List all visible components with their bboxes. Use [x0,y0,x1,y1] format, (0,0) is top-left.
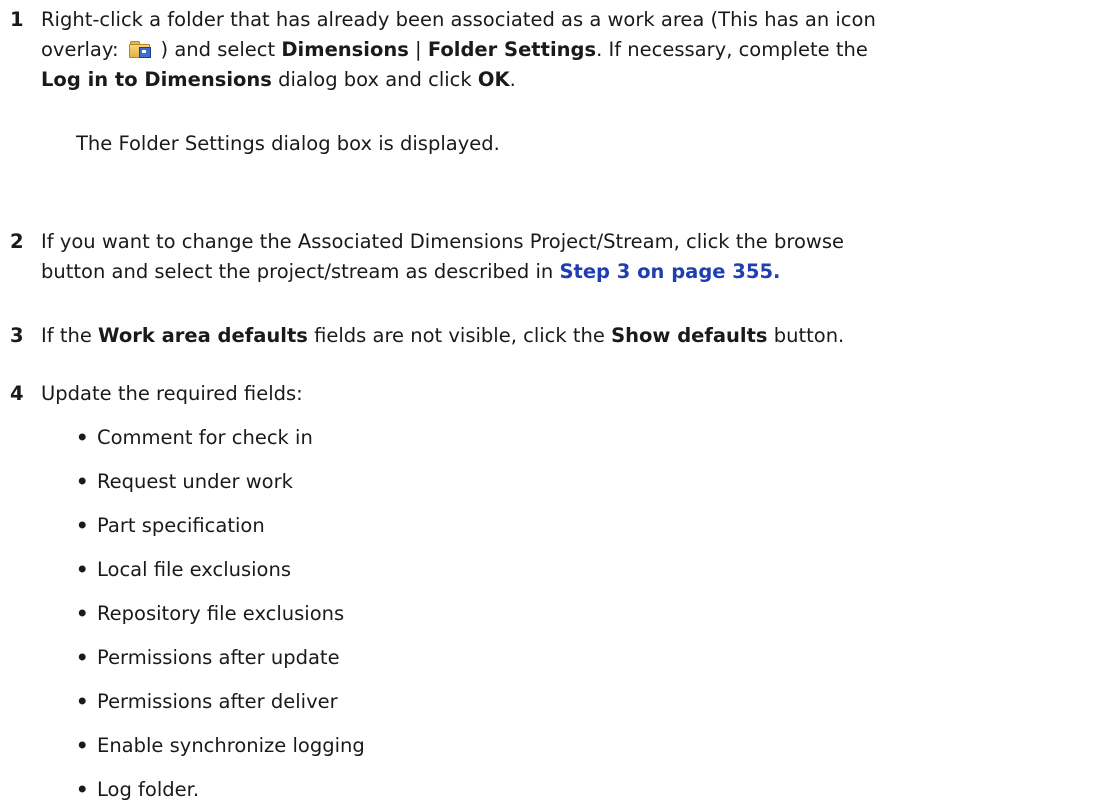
step-4-text: Update the required fields: [41,379,1101,409]
bullet-icon: • [76,778,89,801]
button-term-ok: OK [477,68,510,91]
cross-reference-link[interactable]: Step 3 on page 355. [559,260,780,283]
bullet-icon: • [76,470,89,493]
step-1-line-2: overlay:) and select Dimensions | Folder… [41,38,868,61]
step-3-line-1: If the Work area defaults fields are not… [41,324,845,347]
dialog-term-log-in: Log in to Dimensions [41,68,272,91]
step-2-line-1: If you want to change the Associated Dim… [41,230,844,253]
bullet-icon: • [76,646,89,669]
bullet-icon: • [76,690,89,713]
step-2-text: If you want to change the Associated Dim… [41,227,1101,287]
list-item: • Repository file exclusions [76,599,344,629]
list-item: • Permissions after update [76,643,340,673]
list-item: • Enable synchronize logging [76,731,365,761]
list-item: • Log folder. [76,775,199,805]
field-group-term: Work area defaults [98,324,308,347]
menu-term-folder-settings: Folder Settings [427,38,597,61]
step-number: 3 [10,324,24,347]
step-2-line-2: button and select the project/stream as … [41,260,781,283]
step-number: 4 [10,382,24,405]
bullet-icon: • [76,426,89,449]
step-1-text: Right-click a folder that has already be… [41,5,1101,95]
step-number: 2 [10,230,24,253]
bullet-icon: • [76,558,89,581]
step-4-line-1: Update the required fields: [41,382,303,405]
work-area-folder-icon [128,40,151,58]
list-item: • Comment for check in [76,423,313,453]
menu-term-dimensions: Dimensions [281,38,409,61]
list-item: • Local file exclusions [76,555,291,585]
step-number: 1 [10,8,24,31]
bullet-icon: • [76,602,89,625]
step-3-text: If the Work area defaults fields are not… [41,321,1101,351]
list-item: • Part specification [76,511,265,541]
document-page: 1 Right-click a folder that has already … [0,0,1107,804]
step-1-result: The Folder Settings dialog box is displa… [76,132,500,155]
step-1-line-1: Right-click a folder that has already be… [41,8,876,31]
list-item: • Permissions after deliver [76,687,338,717]
step-1-line-3: Log in to Dimensions dialog box and clic… [41,68,516,91]
bullet-icon: • [76,514,89,537]
bullet-icon: • [76,734,89,757]
button-term-show-defaults: Show defaults [611,324,768,347]
list-item: • Request under work [76,467,293,497]
